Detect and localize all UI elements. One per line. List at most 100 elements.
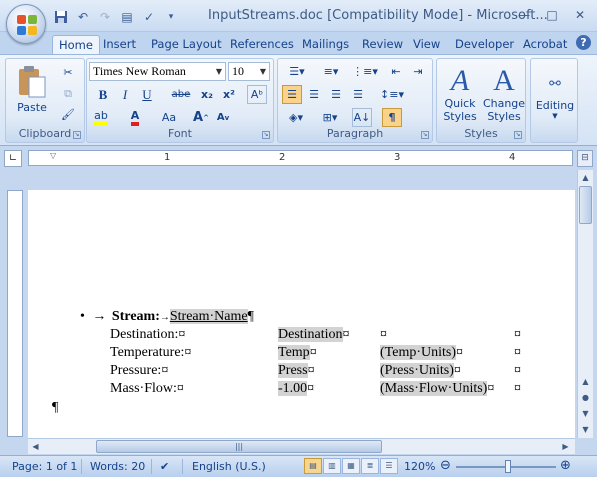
scroll-up-icon[interactable]: ▲ [578,170,593,185]
font-color-icon[interactable]: A [125,108,145,127]
borders-icon[interactable]: ⊞▾ [316,108,344,127]
strikethrough-button[interactable]: abe [171,85,191,104]
line-spacing-icon[interactable]: ↕≡▾ [378,85,406,104]
align-left-icon[interactable]: ☰ [282,85,302,104]
zoom-slider-thumb[interactable] [505,460,511,473]
shrink-font-button[interactable]: Av [213,108,233,127]
format-painter-icon[interactable]: 🖌 [58,105,78,124]
shading-icon[interactable]: ◈▾ [282,108,310,127]
qat-customize-icon[interactable]: ▾ [162,8,180,26]
zoom-in-icon[interactable]: ⊕ [560,458,571,473]
tab-acrobat[interactable]: Acrobat [523,35,567,54]
redo-icon[interactable]: ↷ [96,8,114,26]
select-browse-object-icon[interactable]: ● [578,390,593,405]
increase-indent-icon[interactable]: ⇥ [408,62,428,81]
scroll-left-icon[interactable]: ◀ [28,439,43,454]
sort-icon[interactable]: A↓ [352,108,372,127]
proofing-icon[interactable]: ✔ [160,460,169,473]
chevron-down-icon: ▼ [552,111,558,120]
maximize-button[interactable]: □ [539,6,565,24]
underline-button[interactable]: U [137,85,157,104]
row-units[interactable]: (Temp·Units) [380,345,457,360]
tab-view[interactable]: View [413,35,440,54]
bold-button[interactable]: B [93,85,113,104]
word-count[interactable]: Words: 20 [90,460,145,473]
multilevel-list-icon[interactable]: ⋮≡▾ [350,62,380,81]
font-launcher-icon[interactable]: ↘ [262,131,270,139]
row-value[interactable]: Temp [278,345,310,360]
next-page-icon[interactable]: ▼ [578,406,593,421]
full-screen-reading-icon[interactable]: ▥ [323,458,341,474]
close-button[interactable]: ✕ [567,6,593,24]
numbering-icon[interactable]: ≡▾ [316,62,346,81]
first-line-indent-icon[interactable]: ▽ [50,151,56,160]
horizontal-ruler[interactable]: ▽ 1 2 3 4 [28,150,573,166]
row-units[interactable]: (Press·Units) [380,363,454,378]
print-preview-icon[interactable]: ▤ [118,8,136,26]
align-right-icon[interactable]: ☰ [326,85,346,104]
previous-page-icon[interactable]: ▲ [578,374,593,389]
language[interactable]: English (U.S.) [192,460,266,473]
page-count[interactable]: Page: 1 of 1 [12,460,77,473]
superscript-button[interactable]: x² [219,85,239,104]
highlight-icon[interactable]: ab [91,108,111,127]
tab-selector-icon[interactable]: ∟ [4,150,22,167]
change-styles-button[interactable]: A Change Styles [483,61,525,127]
vertical-scrollbar[interactable]: ▲ ▲ ● ▼ ▼ [577,170,593,438]
row-value[interactable]: Press [278,363,308,378]
tab-home[interactable]: Home [52,35,100,54]
document-page[interactable] [28,170,575,438]
editing-button[interactable]: ⚯ Editing ▼ [533,61,577,127]
font-size-select[interactable]: 10 ▼ [228,62,270,81]
justify-icon[interactable]: ☰ [348,85,368,104]
draft-view-icon[interactable]: ☰ [380,458,398,474]
quick-styles-button[interactable]: A Quick Styles [439,61,481,127]
vertical-ruler[interactable] [7,190,23,437]
quick-styles-label: Quick [444,97,476,110]
grow-font-button[interactable]: A ^ [191,108,211,127]
row-units[interactable]: (Mass·Flow·Units) [380,381,488,396]
minimize-button[interactable]: — [511,6,537,24]
paragraph-launcher-icon[interactable]: ↘ [421,131,429,139]
cut-icon[interactable]: ✂ [58,63,78,82]
office-button[interactable] [6,4,46,44]
view-ruler-toggle-icon[interactable]: ⊟ [577,150,593,167]
web-layout-icon[interactable]: ▦ [342,458,360,474]
zoom-level[interactable]: 120% [404,460,435,473]
tab-developer[interactable]: Developer [455,35,514,54]
copy-icon[interactable]: ⧉ [58,84,78,103]
zoom-out-icon[interactable]: ⊖ [440,458,451,473]
save-icon[interactable] [52,8,70,26]
align-center-icon[interactable]: ☰ [304,85,324,104]
help-icon[interactable]: ? [576,35,591,50]
row-label: Mass·Flow:¤ [110,381,184,396]
show-hide-marks-icon[interactable]: ¶ [382,108,402,127]
spelling-icon[interactable]: ✓ [140,8,158,26]
paste-button[interactable]: Paste [12,61,52,117]
scroll-right-icon[interactable]: ▶ [558,439,573,454]
horizontal-scroll-thumb[interactable]: ||| [96,440,382,453]
styles-launcher-icon[interactable]: ↘ [514,131,522,139]
tab-references[interactable]: References [230,35,294,54]
subscript-button[interactable]: x₂ [197,85,217,104]
font-name-select[interactable]: Times New Roman ▼ [89,62,226,81]
bullets-icon[interactable]: ☰▾ [282,62,312,81]
tab-insert[interactable]: Insert [103,35,136,54]
clear-formatting-icon[interactable]: Aᵇ [247,85,267,104]
row-value[interactable]: Destination [278,327,343,342]
undo-icon[interactable]: ↶ [74,8,92,26]
tab-mailings[interactable]: Mailings [302,35,349,54]
outline-view-icon[interactable]: ≣ [361,458,379,474]
vertical-scroll-thumb[interactable] [579,186,592,224]
horizontal-scrollbar[interactable]: ◀ ||| ▶ [28,438,575,454]
decrease-indent-icon[interactable]: ⇤ [386,62,406,81]
heading-field[interactable]: Stream·Name [169,309,248,324]
change-case-button[interactable]: Aa [159,108,179,127]
clipboard-launcher-icon[interactable]: ↘ [73,131,81,139]
tab-review[interactable]: Review [362,35,403,54]
tab-page-layout[interactable]: Page Layout [151,35,222,54]
print-layout-view-icon[interactable]: ▤ [304,458,322,474]
scroll-down-icon[interactable]: ▼ [578,422,593,437]
italic-button[interactable]: I [115,85,135,104]
row-value[interactable]: -1.00 [278,381,308,396]
